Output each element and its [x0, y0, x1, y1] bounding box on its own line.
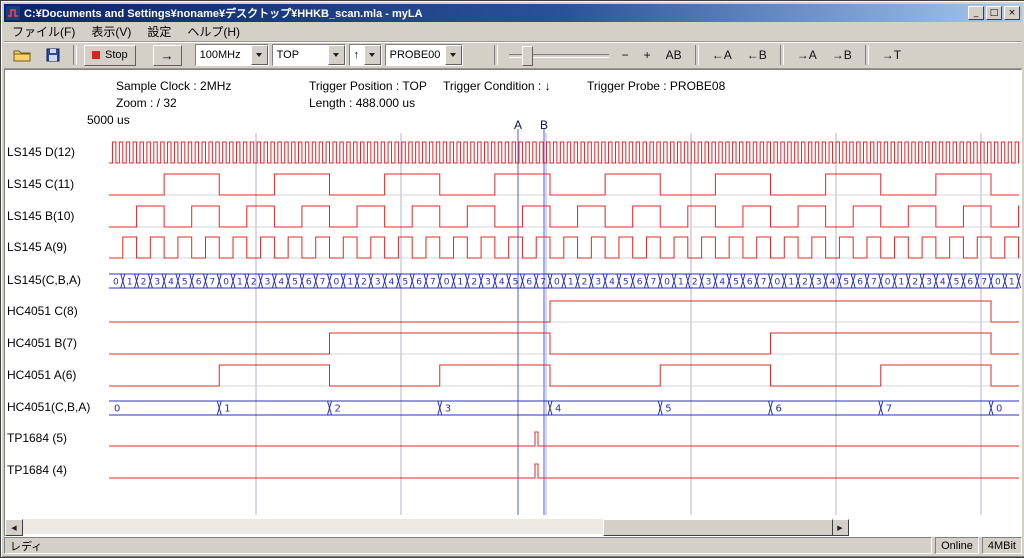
- chevron-down-icon[interactable]: [251, 45, 268, 65]
- window-title: C:¥Documents and Settings¥noname¥デスクトップ¥…: [24, 5, 968, 21]
- open-folder-icon: [13, 48, 31, 62]
- sample-clock-select[interactable]: 100MHz: [195, 44, 269, 66]
- chevron-down-icon[interactable]: [328, 45, 345, 65]
- move-a-left-button[interactable]: ←A: [706, 44, 738, 66]
- stop-button[interactable]: Stop: [84, 45, 136, 66]
- horizontal-scrollbar[interactable]: ◀ ▶: [5, 519, 849, 534]
- menubar: ファイル(F) 表示(V) 設定 ヘルプ(H): [4, 22, 1022, 42]
- zoom-slider-thumb[interactable]: [522, 46, 533, 66]
- toolbar-separator: [780, 45, 784, 65]
- titlebar: C:¥Documents and Settings¥noname¥デスクトップ¥…: [4, 4, 1022, 22]
- toolbar-separator: [73, 45, 77, 65]
- cursor-b-label[interactable]: B: [540, 118, 548, 132]
- channel-label: LS145 D(12): [7, 145, 75, 159]
- zoom-slider[interactable]: [509, 44, 609, 66]
- probe-select[interactable]: PROBE00: [385, 44, 463, 66]
- move-b-left-button[interactable]: ←B: [741, 44, 773, 66]
- channel-label: HC4051 A(6): [7, 368, 76, 382]
- toolbar-separator: [865, 45, 869, 65]
- menu-file[interactable]: ファイル(F): [4, 21, 83, 42]
- waveform-area: [4, 69, 1022, 537]
- trigger-condition-info: Trigger Condition : ↓: [443, 79, 551, 93]
- run-button[interactable]: →: [153, 45, 182, 66]
- maximize-button[interactable]: □: [986, 6, 1002, 20]
- scroll-thumb[interactable]: [603, 519, 833, 536]
- sample-clock-info: Sample Clock : 2MHz: [116, 79, 231, 93]
- trigger-position-info: Trigger Position : TOP: [309, 79, 427, 93]
- grid-time-label: 5000 us: [87, 113, 130, 127]
- close-button[interactable]: ×: [1004, 6, 1020, 20]
- move-a-right-button[interactable]: →A: [791, 44, 823, 66]
- goto-trigger-button[interactable]: →T: [876, 44, 907, 66]
- app-icon: [6, 6, 20, 20]
- status-memory: 4MBit: [982, 537, 1022, 554]
- stop-icon: [92, 51, 100, 59]
- trigger-probe-info: Trigger Probe : PROBE08: [587, 79, 725, 93]
- minimize-button[interactable]: _: [968, 6, 984, 20]
- toolbar-separator: [494, 45, 498, 65]
- zoom-in-button[interactable]: +: [638, 44, 657, 66]
- zoom-out-button[interactable]: −: [616, 44, 635, 66]
- save-button[interactable]: [40, 44, 66, 66]
- trigger-position-select[interactable]: TOP: [272, 44, 346, 66]
- menu-help[interactable]: ヘルプ(H): [179, 21, 248, 42]
- zoom-info: Zoom : / 32: [116, 96, 177, 110]
- channel-label: LS145 B(10): [7, 209, 74, 223]
- status-online: Online: [935, 537, 979, 554]
- trigger-edge-select[interactable]: ↑: [349, 44, 382, 66]
- channel-label: TP1684 (4): [7, 463, 67, 477]
- cursor-a-label[interactable]: A: [514, 118, 522, 132]
- move-b-right-button[interactable]: →B: [826, 44, 858, 66]
- scroll-track[interactable]: [23, 519, 831, 534]
- floppy-disk-icon: [46, 48, 60, 62]
- app-window: C:¥Documents and Settings¥noname¥デスクトップ¥…: [0, 0, 1024, 558]
- chevron-down-icon[interactable]: [445, 45, 462, 65]
- channel-label: LS145 A(9): [7, 240, 67, 254]
- toolbar-separator: [695, 45, 699, 65]
- channel-label: LS145 C(11): [7, 177, 74, 191]
- scroll-left-button[interactable]: ◀: [5, 519, 23, 536]
- chevron-down-icon[interactable]: [364, 45, 381, 65]
- status-message: レディ: [4, 537, 932, 554]
- length-info: Length : 488.000 us: [309, 96, 415, 110]
- open-file-button[interactable]: [7, 44, 37, 66]
- channel-label: TP1684 (5): [7, 431, 67, 445]
- statusbar: レディ Online 4MBit: [4, 537, 1022, 554]
- channel-label: HC4051 C(8): [7, 304, 78, 318]
- channel-label: HC4051 B(7): [7, 336, 77, 350]
- ab-cursors-button[interactable]: AB: [660, 44, 688, 66]
- channel-label: LS145(C,B,A): [7, 273, 81, 287]
- toolbar: Stop → 100MHz TOP ↑ PROBE00 − + AB ←A ←B: [4, 42, 1022, 69]
- channel-label: HC4051(C,B,A): [7, 400, 90, 414]
- scroll-right-button[interactable]: ▶: [831, 519, 849, 536]
- menu-view[interactable]: 表示(V): [83, 21, 139, 42]
- menu-settings[interactable]: 設定: [139, 21, 179, 42]
